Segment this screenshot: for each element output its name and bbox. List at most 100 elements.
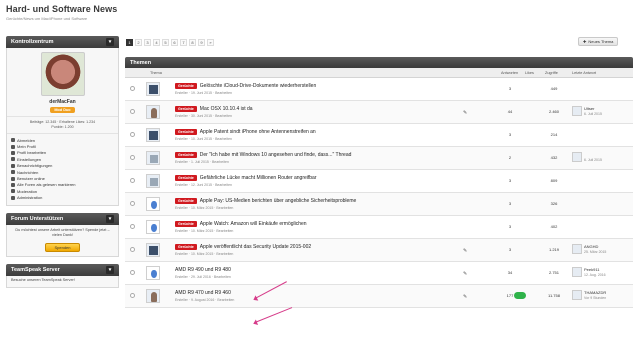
page-link-6[interactable]: 6 — [171, 38, 178, 46]
thread-title-link[interactable]: Apple veröffentlicht das Security Update… — [200, 244, 311, 250]
thread-select-checkbox[interactable] — [130, 109, 135, 114]
thread-select-checkbox[interactable] — [130, 178, 135, 183]
menu-item-label: Benachrichtigungen — [17, 163, 53, 169]
thread-select-checkbox[interactable] — [130, 270, 135, 275]
thread-row[interactable]: Gerüchte Apple Patent sindt iPhone ohne A… — [125, 124, 633, 147]
thread-author-avatar[interactable] — [146, 174, 160, 188]
thread-prefix-badge[interactable]: Gerüchte — [175, 129, 197, 135]
last-poster-avatar[interactable] — [572, 244, 582, 254]
last-poster-name[interactable]: ANGHD — [584, 244, 598, 249]
thread-title-link[interactable]: Gelöschte iCloud-Drive-Dokumente wiederh… — [200, 83, 316, 89]
page-link-7[interactable]: 7 — [180, 38, 187, 46]
support-title: Forum Unterstützen — [11, 215, 64, 222]
last-post-date[interactable]: 6. Juli 2015 — [584, 112, 602, 116]
last-poster-avatar[interactable] — [572, 267, 582, 277]
thread-row[interactable]: Gerüchte Gefährliche Lücke macht Millione… — [125, 170, 633, 193]
gear-icon — [11, 157, 15, 162]
thread-row[interactable]: Gerüchte Mac OSX 10.10.4 ist da Ersteller … — [125, 101, 633, 124]
check-icon — [11, 182, 15, 187]
thread-prefix-badge[interactable]: Gerüchte — [175, 83, 197, 89]
thread-author-avatar[interactable] — [146, 289, 160, 303]
thread-author-avatar[interactable] — [146, 197, 160, 211]
thread-select-checkbox[interactable] — [130, 293, 135, 298]
control-center-panel: Kontrollzentrum ▾ derMacFan Mod Duo Beit… — [6, 36, 119, 206]
last-poster-avatar[interactable] — [572, 290, 582, 300]
thread-prefix-badge[interactable]: Gerüchte — [175, 106, 197, 112]
thread-select-checkbox[interactable] — [130, 155, 135, 160]
last-poster-name[interactable]: Peek911 — [584, 267, 600, 272]
paperclip-icon: ✎ — [463, 271, 468, 277]
thread-row[interactable]: Gerüchte Apple veröffentlicht das Securit… — [125, 239, 633, 262]
thread-meta: Ersteller · 12. Juni 2015 · Bearbeiten — [175, 183, 233, 187]
thread-prefix-badge[interactable]: Gerüchte — [175, 175, 197, 181]
thread-row[interactable]: Gerüchte Apple Watch: Amazon will Einkäuf… — [125, 216, 633, 239]
thread-prefix-badge[interactable]: Gerüchte — [175, 221, 197, 227]
menu-item-label: Einstellungen — [17, 156, 42, 162]
thread-author-avatar[interactable] — [146, 82, 160, 96]
last-poster-avatar[interactable] — [572, 106, 582, 116]
thread-author-avatar[interactable] — [146, 128, 160, 142]
thread-prefix-badge[interactable]: Gerüchte — [175, 244, 197, 250]
menu-item-administration[interactable]: Administration — [11, 195, 114, 201]
thread-title-link[interactable]: AMD R9 490 und R9 480 — [175, 267, 231, 273]
last-post-date[interactable]: 6. Juli 2015 — [584, 158, 602, 162]
thread-row[interactable]: AMD R9 490 und R9 480 Ersteller · 29. Jul… — [125, 262, 633, 285]
support-header[interactable]: Forum Unterstützen ▾ — [6, 212, 119, 225]
user-stats: Beiträge: 12.345 · Erhaltene Likes: 1.23… — [7, 117, 118, 134]
thread-title-link[interactable]: Gefährliche Lücke macht Millionen Router… — [200, 175, 317, 181]
thread-select-checkbox[interactable] — [130, 201, 135, 206]
thread-author-avatar[interactable] — [146, 151, 160, 165]
chevron-down-icon[interactable]: ▾ — [106, 38, 114, 46]
thread-row[interactable]: Gerüchte Apple Pay: US-Medien berichten ü… — [125, 193, 633, 216]
donate-button[interactable]: Spenden — [45, 242, 80, 252]
profile-box: derMacFan Mod Duo — [7, 48, 118, 117]
last-poster-name[interactable]: THAMAZDR — [584, 290, 606, 295]
page-link-8[interactable]: 8 — [189, 38, 196, 46]
thread-author-avatar[interactable] — [146, 220, 160, 234]
page-next-link[interactable]: » — [207, 38, 214, 46]
thread-row[interactable]: Gerüchte Gelöschte iCloud-Drive-Dokumente… — [125, 78, 633, 101]
column-topic[interactable]: Thema — [150, 71, 162, 75]
page-link-4[interactable]: 4 — [153, 38, 160, 46]
column-views[interactable]: Zugriffe — [545, 71, 558, 75]
thread-author-avatar[interactable] — [146, 105, 160, 119]
thread-author-avatar[interactable] — [146, 243, 160, 257]
thread-select-checkbox[interactable] — [130, 86, 135, 91]
control-center-header[interactable]: Kontrollzentrum ▾ — [6, 36, 119, 48]
page-link-2[interactable]: 2 — [135, 38, 142, 46]
page-link-1[interactable]: 1 — [126, 38, 133, 46]
new-topic-button[interactable]: ✚ Neues Thema — [578, 37, 619, 46]
column-replies[interactable]: Antworten — [501, 71, 518, 75]
thread-author-avatar[interactable] — [146, 266, 160, 280]
thread-title-link[interactable]: Apple Pay: US-Medien berichten über ange… — [200, 198, 356, 204]
chevron-down-icon[interactable]: ▾ — [106, 214, 114, 223]
username[interactable]: derMacFan — [7, 99, 118, 105]
thread-title-link[interactable]: Der "Ich habe mit Windows 10 angesehen u… — [200, 152, 352, 158]
last-poster-name[interactable]: Ultser — [584, 106, 594, 111]
column-last-reply[interactable]: Letzte Antwort — [572, 71, 596, 75]
page-link-5[interactable]: 5 — [162, 38, 169, 46]
last-post-date[interactable]: 25. März 2015 — [584, 250, 606, 254]
column-likes[interactable]: Likes — [525, 71, 534, 75]
thread-title-link[interactable]: Mac OSX 10.10.4 ist da — [200, 106, 253, 112]
last-post-date[interactable]: 12. Aug. 2016 — [584, 273, 606, 277]
thread-select-checkbox[interactable] — [130, 247, 135, 252]
thread-title-link[interactable]: Apple Watch: Amazon will Einkäufe ermögl… — [200, 221, 307, 227]
chevron-down-icon[interactable]: ▾ — [106, 265, 114, 274]
thread-select-checkbox[interactable] — [130, 224, 135, 229]
logout-icon — [11, 138, 15, 143]
thread-row[interactable]: Gerüchte Der "Ich habe mit Windows 10 ang… — [125, 147, 633, 170]
last-poster-avatar[interactable] — [572, 152, 582, 162]
thread-prefix-badge[interactable]: Gerüchte — [175, 152, 197, 158]
menu-item-label: Nachrichten — [17, 169, 39, 175]
avatar[interactable] — [40, 52, 85, 96]
page-link-3[interactable]: 3 — [144, 38, 151, 46]
thread-select-checkbox[interactable] — [130, 132, 135, 137]
thread-row[interactable]: AMD R9 470 und R9 460 Ersteller · 9. Augu… — [125, 285, 633, 308]
thread-title-link[interactable]: Apple Patent sindt iPhone ohne Antennens… — [200, 129, 316, 135]
page-link-9[interactable]: 9 — [198, 38, 205, 46]
thread-prefix-badge[interactable]: Gerüchte — [175, 198, 197, 204]
teamspeak-header[interactable]: TeamSpeak Server ▾ — [6, 263, 119, 276]
thread-title-link[interactable]: AMD R9 470 und R9 460 — [175, 290, 231, 296]
last-post-date[interactable]: Vor 9 Stunden — [584, 296, 606, 300]
